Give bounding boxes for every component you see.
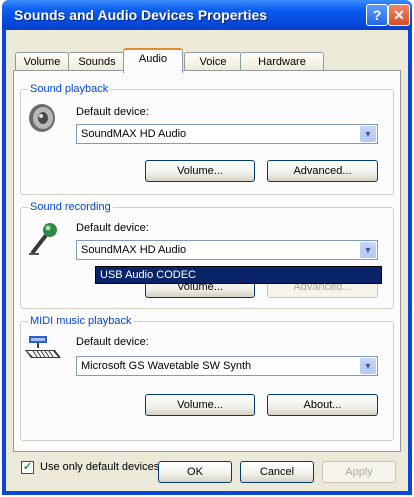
recording-device-dropdown[interactable]: USB Audio CODEC [95, 266, 382, 284]
midi-keyboard-icon [25, 336, 61, 358]
tab-volume[interactable]: Volume [15, 52, 69, 71]
recording-device-select[interactable]: SoundMAX HD Audio ▼ [76, 240, 378, 260]
close-button[interactable]: ✕ [388, 4, 410, 26]
tab-hardware-label: Hardware [258, 56, 306, 68]
playback-device-select[interactable]: SoundMAX HD Audio ▼ [76, 124, 378, 144]
apply-button: Apply [322, 461, 396, 483]
use-default-devices-label[interactable]: Use only default devices [40, 461, 159, 473]
chevron-down-icon[interactable]: ▼ [360, 126, 376, 142]
tab-voice[interactable]: Voice [184, 52, 242, 71]
midi-volume-button[interactable]: Volume... [145, 394, 255, 416]
chevron-down-icon[interactable]: ▼ [360, 242, 376, 258]
dialog-client-area: Volume Sounds Audio Voice Hardware Sound… [6, 30, 408, 491]
sound-playback-group: Sound playback Default device: SoundMAX … [20, 83, 394, 195]
close-icon: ✕ [393, 7, 405, 23]
midi-playback-group: MIDI music playback Default device: Micr… [20, 315, 394, 441]
playback-volume-button[interactable]: Volume... [145, 160, 255, 182]
tab-sounds-label: Sounds [78, 56, 116, 68]
tab-audio[interactable]: Audio [123, 48, 183, 73]
dropdown-option-usb-audio-codec[interactable]: USB Audio CODEC [96, 267, 381, 283]
dialog-window: Sounds and Audio Devices Properties ? ✕ … [2, 0, 412, 495]
midi-device-select[interactable]: Microsoft GS Wavetable SW Synth ▼ [76, 356, 378, 376]
speaker-icon [29, 104, 55, 132]
tab-volume-label: Volume [23, 56, 61, 68]
audio-tab-panel: Sound playback Default device: SoundMAX … [13, 70, 401, 474]
help-icon: ? [372, 7, 382, 23]
sound-recording-group: Sound recording Default device: SoundMAX… [20, 201, 394, 309]
recording-device-label: Default device: [76, 222, 149, 234]
help-button[interactable]: ? [366, 4, 388, 26]
tab-voice-label: Voice [199, 56, 227, 68]
midi-about-button[interactable]: About... [267, 394, 378, 416]
use-default-devices-checkbox[interactable]: ✓ [21, 461, 34, 474]
tab-sounds[interactable]: Sounds [68, 52, 126, 71]
tab-audio-label: Audio [138, 53, 168, 65]
sound-playback-label: Sound playback [28, 83, 111, 95]
playback-advanced-button[interactable]: Advanced... [267, 160, 378, 182]
chevron-down-icon[interactable]: ▼ [360, 358, 376, 374]
recording-device-value: SoundMAX HD Audio [81, 244, 187, 256]
window-title: Sounds and Audio Devices Properties [14, 7, 268, 23]
microphone-icon [29, 223, 57, 255]
midi-device-label: Default device: [76, 336, 149, 348]
cancel-button[interactable]: Cancel [240, 461, 314, 483]
midi-playback-label: MIDI music playback [28, 315, 134, 327]
title-bar[interactable]: Sounds and Audio Devices Properties ? ✕ [2, 0, 412, 30]
tab-hardware[interactable]: Hardware [240, 52, 324, 71]
playback-device-label: Default device: [76, 106, 149, 118]
ok-button[interactable]: OK [158, 461, 232, 483]
playback-device-value: SoundMAX HD Audio [81, 128, 187, 140]
midi-device-value: Microsoft GS Wavetable SW Synth [81, 360, 252, 372]
sound-recording-label: Sound recording [28, 201, 113, 213]
